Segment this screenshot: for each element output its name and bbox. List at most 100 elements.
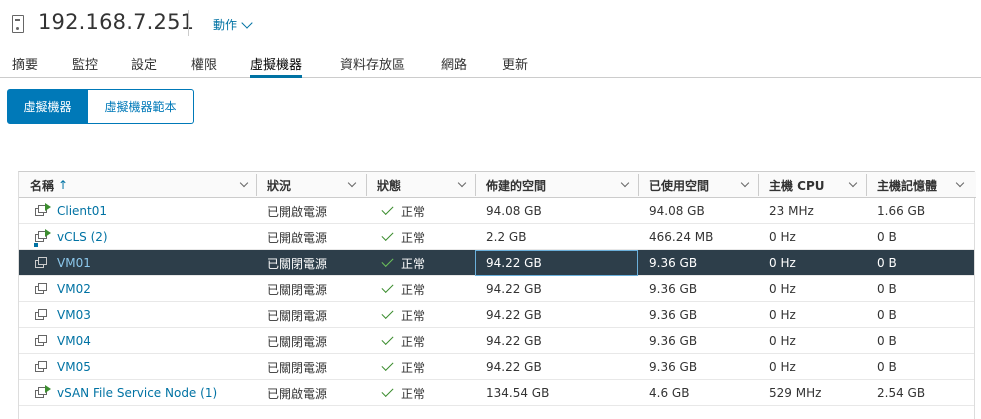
used-space-cell: 94.08 GB [649, 204, 705, 218]
status-text: 正常 [401, 308, 426, 323]
vm-name-link[interactable]: vSAN File Service Node (1) [19, 380, 217, 406]
provisioned-space-cell: 94.08 GB [486, 204, 542, 218]
provisioned-space-cell: 94.22 GB [486, 334, 542, 348]
table-row[interactable]: vCLS (2) 已開啟電源 正常 2.2 GB 466.24 MB 0 Hz … [19, 224, 974, 250]
host-title: 192.168.7.251 [38, 10, 195, 34]
status-text: 正常 [401, 334, 426, 349]
status-cell: 正常 [366, 250, 425, 276]
tab-vms[interactable]: 虛擬機器 [250, 54, 303, 78]
host-memory-cell: 0 B [877, 230, 897, 244]
table-row[interactable]: VM02 已關閉電源 正常 94.22 GB 9.36 GB 0 Hz 0 B [19, 276, 974, 302]
datagrid-header: 名稱 ↑ 狀況 狀態 佈建的空間 已使用空間 主機 CPU 主機記憶體 [19, 172, 976, 198]
used-space-cell: 9.36 GB [649, 282, 698, 296]
host-memory-cell: 1.66 GB [877, 204, 926, 218]
table-row-selected[interactable]: VM01 已關閉電源 正常 94.22 GB 9.36 GB 0 Hz 0 B [19, 250, 974, 276]
tab-updates[interactable]: 更新 [502, 54, 528, 78]
status-text: 正常 [401, 230, 426, 245]
status-text: 正常 [401, 386, 426, 401]
check-icon [381, 358, 394, 372]
host-cpu-cell: 0 Hz [769, 334, 796, 348]
host-cpu-cell: 529 MHz [769, 386, 822, 400]
provisioned-space-cell: 2.2 GB [486, 230, 527, 244]
power-state-cell: 已關閉電源 [267, 308, 328, 323]
object-header: 192.168.7.251 動作 [0, 0, 981, 48]
table-row[interactable]: VM05 已關閉電源 正常 94.22 GB 9.36 GB 0 Hz 0 B [19, 354, 974, 380]
vm-templates-button[interactable]: 虛擬機器範本 [88, 89, 194, 124]
status-cell: 正常 [366, 198, 425, 224]
power-state-cell: 已關閉電源 [267, 334, 328, 349]
chevron-down-icon [241, 16, 253, 29]
host-cpu-cell: 0 Hz [769, 256, 796, 270]
power-state-cell: 已開啟電源 [267, 204, 328, 219]
status-text: 正常 [401, 360, 426, 375]
status-text: 正常 [401, 204, 426, 219]
used-space-cell: 9.36 GB [649, 360, 698, 374]
check-icon [381, 280, 394, 294]
column-name-label: 名稱 [30, 178, 55, 193]
provisioned-space-cell: 94.22 GB [486, 282, 542, 296]
tab-monitor[interactable]: 監控 [72, 54, 98, 78]
power-state-cell: 已開啟電源 [267, 230, 328, 245]
vm-name-link[interactable]: vCLS (2) [19, 224, 108, 250]
column-header-status[interactable]: 狀態 [366, 172, 475, 198]
tab-permissions[interactable]: 權限 [191, 54, 217, 78]
status-cell: 正常 [366, 224, 425, 250]
status-cell: 正常 [366, 302, 425, 328]
vm-name-link[interactable]: VM01 [19, 250, 91, 276]
vm-name-link[interactable]: VM04 [19, 328, 91, 354]
power-state-cell: 已關閉電源 [267, 282, 328, 297]
actions-label: 動作 [213, 18, 238, 32]
status-cell: 正常 [366, 276, 425, 302]
tab-datastores[interactable]: 資料存放區 [340, 54, 405, 78]
host-cpu-cell: 0 Hz [769, 282, 796, 296]
used-space-cell: 9.36 GB [649, 334, 698, 348]
used-space-cell: 9.36 GB [649, 308, 698, 322]
used-space-cell: 466.24 MB [649, 230, 714, 244]
check-icon [381, 306, 394, 320]
check-icon [381, 228, 394, 242]
table-row[interactable]: vSAN File Service Node (1) 已開啟電源 正常 134.… [19, 380, 974, 406]
host-memory-cell: 0 B [877, 282, 897, 296]
sort-ascending-icon: ↑ [58, 178, 69, 192]
actions-menu-button[interactable]: 動作 [213, 16, 253, 33]
check-icon [381, 254, 394, 268]
host-cpu-cell: 0 Hz [769, 230, 796, 244]
vm-name-link[interactable]: VM02 [19, 276, 91, 302]
host-memory-cell: 0 B [877, 256, 897, 270]
vm-view-toggle: 虛擬機器 虛擬機器範本 [7, 89, 194, 124]
virtual-machines-button[interactable]: 虛擬機器 [7, 89, 88, 124]
tab-bar: 摘要 監控 設定 權限 虛擬機器 資料存放區 網路 更新 [0, 48, 981, 78]
host-memory-cell: 0 B [877, 334, 897, 348]
tab-networks[interactable]: 網路 [441, 54, 467, 78]
host-icon [12, 15, 24, 33]
vm-name-link[interactable]: Client01 [19, 198, 107, 224]
check-icon [381, 384, 394, 398]
table-row[interactable]: VM03 已關閉電源 正常 94.22 GB 9.36 GB 0 Hz 0 B [19, 302, 974, 328]
host-memory-cell: 0 B [877, 360, 897, 374]
provisioned-space-cell: 94.22 GB [486, 360, 542, 374]
tab-configure[interactable]: 設定 [131, 54, 157, 78]
provisioned-space-cell: 94.22 GB [486, 308, 542, 322]
tab-summary[interactable]: 摘要 [12, 54, 38, 78]
status-text: 正常 [401, 256, 426, 271]
used-space-cell: 4.6 GB [649, 386, 690, 400]
power-state-cell: 已開啟電源 [267, 386, 328, 401]
host-cpu-cell: 23 MHz [769, 204, 814, 218]
vm-name-link[interactable]: VM05 [19, 354, 91, 380]
status-cell: 正常 [366, 354, 425, 380]
status-text: 正常 [401, 282, 426, 297]
host-cpu-cell: 0 Hz [769, 308, 796, 322]
used-space-cell: 9.36 GB [649, 256, 698, 270]
host-cpu-cell: 0 Hz [769, 360, 796, 374]
column-header-used[interactable]: 已使用空間 [638, 172, 758, 198]
header-divider [188, 10, 189, 36]
vm-name-link[interactable]: VM03 [19, 302, 91, 328]
column-header-provisioned[interactable]: 佈建的空間 [475, 172, 638, 198]
power-state-cell: 已關閉電源 [267, 256, 328, 271]
provisioned-space-cell: 134.54 GB [486, 386, 550, 400]
column-header-name[interactable]: 名稱 ↑ [19, 172, 256, 198]
table-row[interactable]: Client01 已開啟電源 正常 94.08 GB 94.08 GB 23 M… [19, 198, 974, 224]
host-memory-cell: 2.54 GB [877, 386, 926, 400]
check-icon [381, 202, 394, 216]
table-row[interactable]: VM04 已關閉電源 正常 94.22 GB 9.36 GB 0 Hz 0 B [19, 328, 974, 354]
